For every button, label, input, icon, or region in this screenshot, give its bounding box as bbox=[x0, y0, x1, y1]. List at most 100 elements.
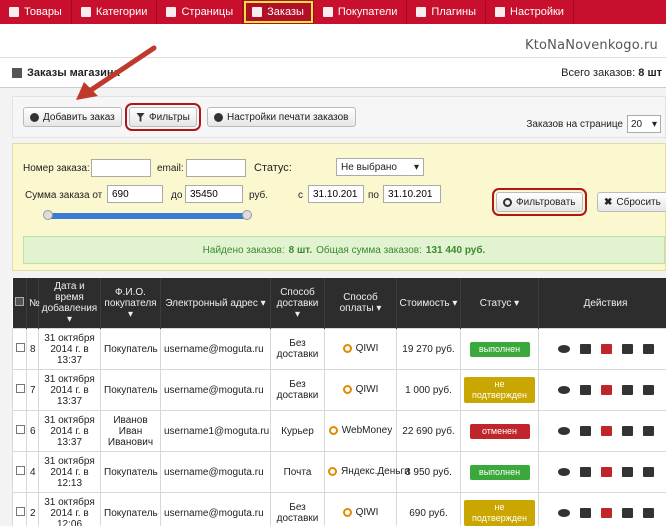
nav-item-pages[interactable]: Страницы bbox=[157, 0, 244, 24]
row-checkbox[interactable] bbox=[16, 466, 25, 475]
col-email[interactable]: Электронный адрес ▾ bbox=[160, 278, 271, 329]
delete-icon[interactable] bbox=[642, 344, 654, 354]
filters-label: Фильтры bbox=[149, 111, 190, 123]
date-from-label: с bbox=[298, 190, 303, 201]
delete-icon[interactable] bbox=[642, 508, 654, 518]
filters-button[interactable]: Фильтры bbox=[125, 103, 201, 131]
delivery-method: Почта bbox=[270, 451, 325, 493]
status-select-value: Не выбрано bbox=[341, 161, 397, 173]
sum-to-input[interactable] bbox=[185, 185, 243, 203]
status-badge[interactable]: отменен bbox=[469, 423, 530, 439]
watermark: KtoNaNovenkogo.ru bbox=[525, 38, 658, 53]
pdf-icon[interactable] bbox=[600, 508, 612, 518]
status-badge[interactable]: не подтвержден bbox=[464, 377, 535, 403]
payment-cell: WebMoney bbox=[324, 410, 397, 452]
status-badge[interactable]: не подтвержден bbox=[464, 500, 535, 526]
customer-email: username@moguta.ru bbox=[160, 451, 271, 493]
found-prefix: Найдено заказов: bbox=[202, 244, 285, 256]
slider-handle-min[interactable] bbox=[43, 210, 53, 220]
nav-item-categories[interactable]: Категории bbox=[72, 0, 158, 24]
date-to-input[interactable] bbox=[383, 185, 441, 203]
view-icon[interactable] bbox=[557, 509, 570, 517]
row-checkbox[interactable] bbox=[16, 425, 25, 434]
pdf-icon[interactable] bbox=[600, 344, 612, 354]
row-select-cell bbox=[12, 410, 27, 452]
add-order-label: Добавить заказ bbox=[43, 111, 115, 123]
delete-icon[interactable] bbox=[642, 467, 654, 477]
order-date: 31 октября 2014 г. в 13:37 bbox=[38, 410, 101, 452]
per-page-label: Заказов на странице bbox=[526, 118, 623, 130]
view-icon[interactable] bbox=[557, 468, 570, 476]
print-icon[interactable] bbox=[621, 508, 633, 518]
email-input[interactable] bbox=[186, 159, 246, 177]
nav-item-products[interactable]: Товары bbox=[0, 0, 72, 24]
delete-icon[interactable] bbox=[642, 426, 654, 436]
nav-item-plugins[interactable]: Плагины bbox=[407, 0, 487, 24]
filter-apply-label: Фильтровать bbox=[516, 196, 576, 208]
table-row: 2 31 октября 2014 г. в 12:06 Покупатель use… bbox=[12, 492, 666, 526]
delivery-method: Курьер bbox=[270, 410, 325, 452]
pdf-icon[interactable] bbox=[600, 426, 612, 436]
delete-icon[interactable] bbox=[642, 385, 654, 395]
order-date: 31 октября 2014 г. в 12:13 bbox=[38, 451, 101, 493]
orders-icon bbox=[252, 7, 263, 17]
nav-item-customers[interactable]: Покупатели bbox=[314, 0, 408, 24]
col-number[interactable]: № bbox=[26, 278, 40, 329]
col-status[interactable]: Статус ▾ bbox=[460, 278, 539, 329]
col-name[interactable]: Ф.И.О. покупателя ▾ bbox=[100, 278, 161, 329]
copy-icon[interactable] bbox=[579, 385, 591, 395]
payment-method: QIWI bbox=[355, 383, 379, 395]
customer-email: username1@moguta.ru bbox=[160, 410, 271, 452]
print-icon[interactable] bbox=[621, 385, 633, 395]
customer-name: Иванов Иван Иванович bbox=[100, 410, 161, 452]
reset-button[interactable]: ✖ Сбросить bbox=[597, 192, 666, 212]
status-badge[interactable]: выполнен bbox=[469, 464, 530, 480]
add-order-button[interactable]: Добавить заказ bbox=[23, 107, 122, 127]
col-date[interactable]: Дата и время добавления ▾ bbox=[38, 278, 101, 329]
actions-cell bbox=[538, 410, 666, 452]
col-delivery[interactable]: Способ доставки ▾ bbox=[270, 278, 325, 329]
status-select[interactable]: Не выбрано ▾ bbox=[336, 158, 424, 176]
nav-item-orders[interactable]: Заказы bbox=[243, 0, 314, 24]
print-icon[interactable] bbox=[621, 344, 633, 354]
per-page-select[interactable]: 20 ▾ bbox=[627, 115, 661, 133]
pdf-icon[interactable] bbox=[600, 467, 612, 477]
order-number-input[interactable] bbox=[91, 159, 151, 177]
col-payment[interactable]: Способ оплаты ▾ bbox=[324, 278, 397, 329]
pdf-icon[interactable] bbox=[600, 385, 612, 395]
copy-icon[interactable] bbox=[579, 344, 591, 354]
order-number: 6 bbox=[26, 410, 39, 452]
customer-email: username@moguta.ru bbox=[160, 369, 271, 411]
status-badge[interactable]: выполнен bbox=[469, 341, 530, 357]
top-navigation: Товары Категории Страницы Заказы Покупат… bbox=[0, 0, 666, 24]
row-checkbox[interactable] bbox=[16, 384, 25, 393]
copy-icon[interactable] bbox=[579, 508, 591, 518]
order-date: 31 октября 2014 г. в 13:37 bbox=[38, 328, 101, 370]
print-icon[interactable] bbox=[621, 467, 633, 477]
copy-icon[interactable] bbox=[579, 467, 591, 477]
print-icon[interactable] bbox=[621, 426, 633, 436]
view-icon[interactable] bbox=[557, 386, 570, 394]
date-from-input[interactable] bbox=[308, 185, 364, 203]
sum-range-slider[interactable] bbox=[48, 213, 248, 219]
nav-item-settings[interactable]: Настройки bbox=[486, 0, 574, 24]
slider-handle-max[interactable] bbox=[242, 210, 252, 220]
table-row: 8 31 октября 2014 г. в 13:37 Покупатель use… bbox=[12, 328, 666, 370]
col-cost[interactable]: Стоимость ▾ bbox=[396, 278, 461, 329]
actions-cell bbox=[538, 492, 666, 526]
actions-cell bbox=[538, 451, 666, 493]
select-all-checkbox[interactable] bbox=[14, 297, 24, 306]
delivery-method: Без доставки bbox=[270, 328, 325, 370]
cart-icon bbox=[12, 68, 22, 78]
nav-label: Товары bbox=[24, 6, 62, 18]
print-settings-button[interactable]: Настройки печати заказов bbox=[207, 107, 356, 127]
order-number: 4 bbox=[26, 451, 39, 493]
sum-from-input[interactable] bbox=[107, 185, 163, 203]
col-actions: Действия bbox=[538, 278, 666, 329]
row-checkbox[interactable] bbox=[16, 343, 25, 352]
filter-apply-button[interactable]: Фильтровать bbox=[492, 188, 587, 216]
view-icon[interactable] bbox=[557, 427, 570, 435]
copy-icon[interactable] bbox=[579, 426, 591, 436]
row-checkbox[interactable] bbox=[16, 507, 25, 516]
view-icon[interactable] bbox=[557, 345, 570, 353]
